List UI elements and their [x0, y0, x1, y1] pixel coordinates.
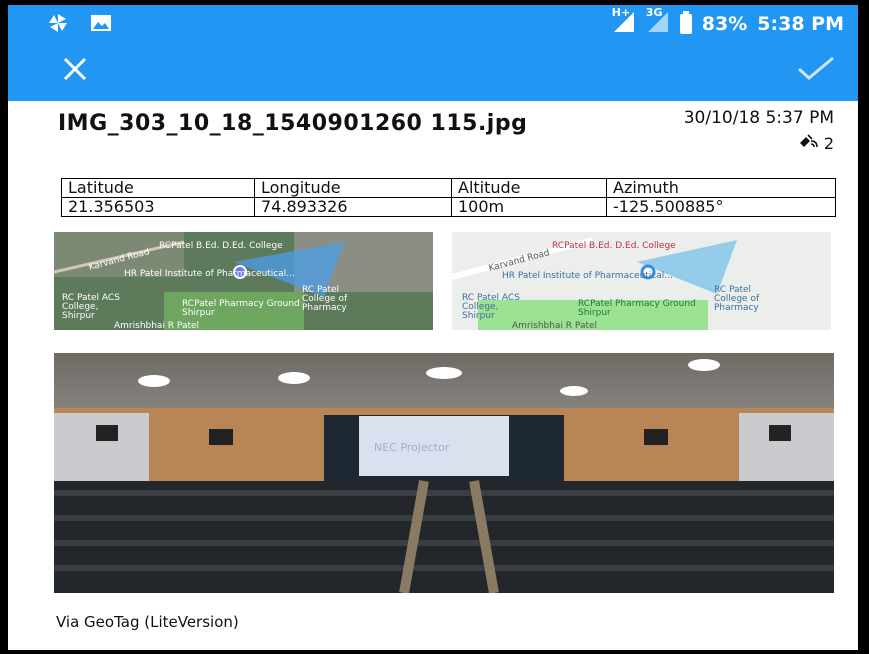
status-bar: H+ 3G 83% 5:38 PM [8, 5, 858, 43]
geo-value-azimuth: -125.500885° [606, 197, 836, 217]
sat-label-acs-college: RC Patel ACS College, Shirpur [62, 293, 120, 321]
close-icon[interactable] [60, 54, 90, 89]
road-label-pharmacy-ground: RCPatel Pharmacy Ground Shirpur [578, 299, 696, 318]
gallery-icon [90, 14, 112, 36]
geo-table: Latitude Longitude Altitude Azimuth 21.3… [61, 178, 836, 217]
sat-label-amrishbhai: Amrishbhai R Patel [114, 321, 200, 331]
road-label-amrishbhai: Amrishbhai R Patel [512, 321, 598, 331]
road-label-hr-patel: HR Patel Institute of Pharmaceutical... [502, 271, 673, 281]
pinwheel-icon [48, 13, 68, 37]
sat-label-hr-patel: HR Patel Institute of Pharmaceutical... [124, 269, 295, 279]
geo-header-azimuth: Azimuth [606, 178, 836, 198]
satellite-count: 2 [798, 133, 834, 153]
geo-value-longitude: 74.893326 [254, 197, 452, 217]
clock: 5:38 PM [757, 12, 844, 35]
captured-photo: NEC Projector [54, 353, 834, 593]
geo-table-header-row: Latitude Longitude Altitude Azimuth [61, 178, 836, 198]
signal-hplus-icon: H+ [612, 6, 636, 36]
network-type-left: H+ [611, 6, 631, 19]
geo-value-latitude: 21.356503 [61, 197, 255, 217]
signal-3g-icon: 3G [646, 6, 670, 36]
sat-label-pharmacy-ground: RCPatel Pharmacy Ground Shirpur [182, 299, 300, 318]
sat-label-bed-college: RCPatel B.Ed. D.Ed. College [159, 241, 283, 251]
geo-header-longitude: Longitude [254, 178, 452, 198]
capture-datetime: 30/10/18 5:37 PM [683, 108, 834, 128]
battery-percent: 83% [701, 12, 748, 35]
road-map: RCPatel B.Ed. D.Ed. College HR Patel Ins… [452, 232, 831, 330]
phone-screen: H+ 3G 83% 5:38 PM IMG_303_10_18_15409012… [8, 5, 858, 650]
geo-value-altitude: 100m [451, 197, 607, 217]
file-name: IMG_303_10_18_1540901260 115.jpg [58, 111, 528, 136]
geo-header-latitude: Latitude [61, 178, 255, 198]
app-bar [8, 43, 858, 101]
network-type-right: 3G [645, 6, 663, 19]
check-icon[interactable] [796, 53, 836, 87]
geo-header-altitude: Altitude [451, 178, 607, 198]
road-label-bed-college: RCPatel B.Ed. D.Ed. College [552, 241, 676, 251]
footer-attribution: Via GeoTag (LiteVersion) [56, 613, 239, 631]
satellite-map: RCPatel B.Ed. D.Ed. College HR Patel Ins… [54, 232, 433, 330]
projector-screen-text: NEC Projector [374, 441, 450, 454]
battery-icon [679, 10, 692, 34]
sat-label-college-pharmacy: RC Patel College of Pharmacy [302, 285, 348, 313]
road-label-college-pharmacy: RC Patel College of Pharmacy [714, 285, 760, 313]
satellite-count-value: 2 [823, 133, 834, 153]
satellite-icon [798, 133, 818, 153]
road-label-acs-college: RC Patel ACS College, Shirpur [462, 293, 520, 321]
geo-table-value-row: 21.356503 74.893326 100m -125.500885° [61, 197, 836, 217]
